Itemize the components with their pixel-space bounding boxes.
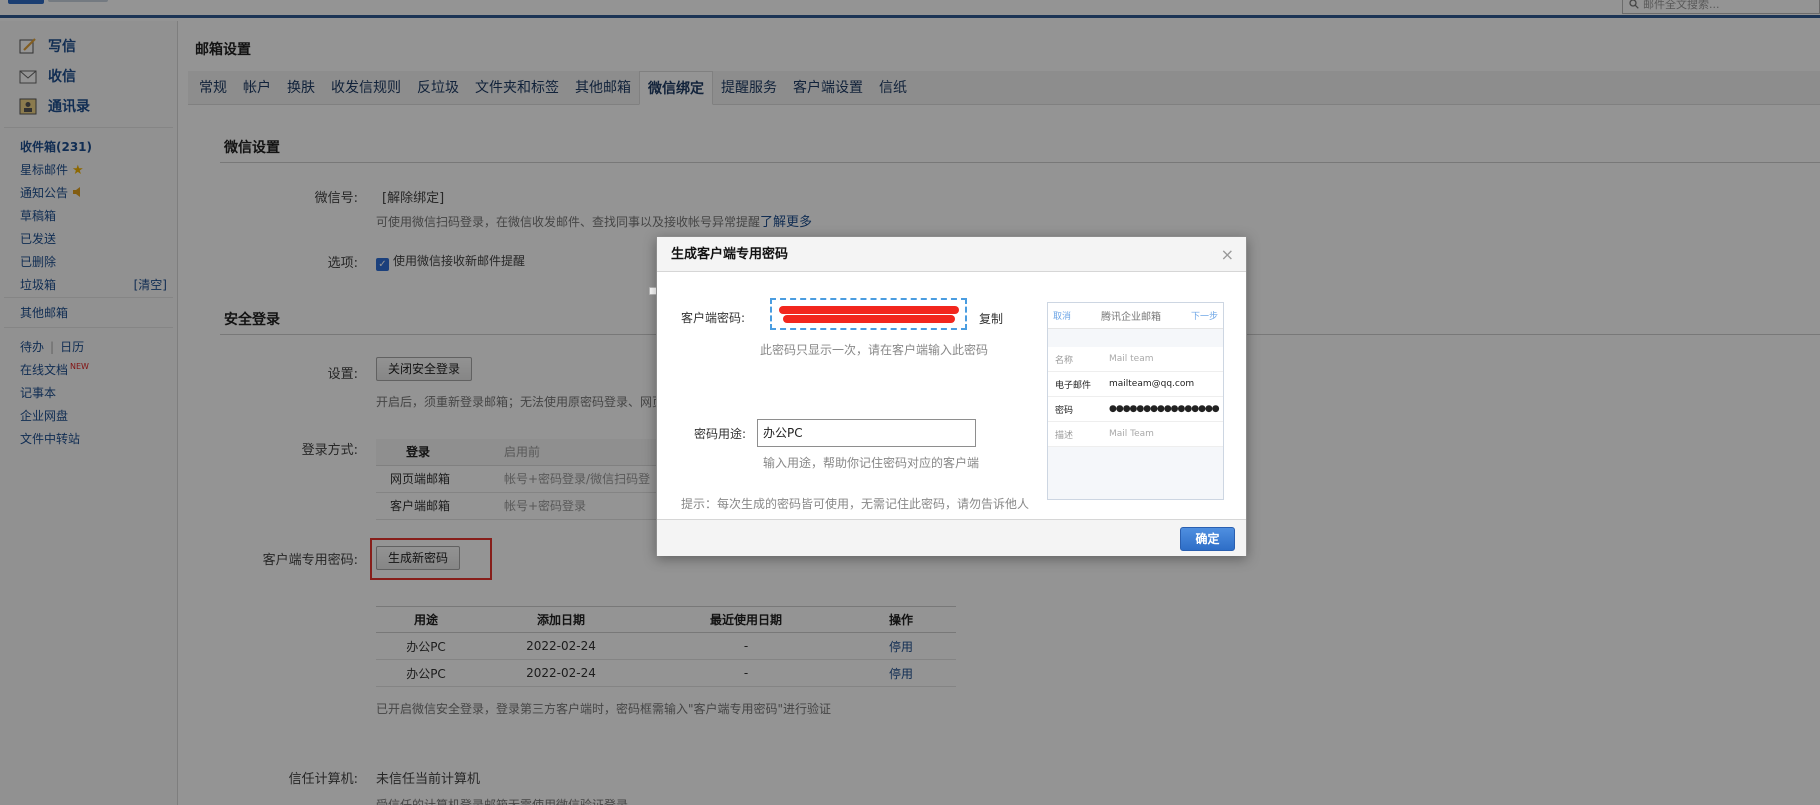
redaction-mark <box>778 305 959 314</box>
preview-key: 密码 <box>1055 405 1074 416</box>
preview-row: 密码 ●●●●●●●●●●●●●●●● <box>1048 397 1223 422</box>
client-setup-preview: 取消 腾讯企业邮箱 下一步 名称 Mail team 电子邮件 mailteam@q… <box>1047 302 1224 500</box>
preview-header: 取消 腾讯企业邮箱 下一步 <box>1048 303 1223 329</box>
preview-key: 电子邮件 <box>1055 380 1092 391</box>
usage-input[interactable]: 办公PC <box>757 419 976 447</box>
preview-row: 描述 Mail Team <box>1048 422 1223 447</box>
dialog-footer: 确定 <box>657 519 1246 556</box>
generate-password-dialog: 生成客户端专用密码 × 客户端密码: 复制 此密码只显示一次，请在客户端输入此密… <box>656 236 1247 556</box>
confirm-button[interactable]: 确定 <box>1180 527 1235 551</box>
preview-key: 描述 <box>1055 430 1074 441</box>
preview-value: Mail Team <box>1109 429 1154 439</box>
preview-next: 下一步 <box>1190 312 1218 322</box>
redaction-mark <box>782 314 955 323</box>
dialog-title: 生成客户端专用密码 <box>671 247 789 262</box>
preview-spacer <box>1048 329 1223 347</box>
client-password-field-label: 客户端密码: <box>681 311 746 325</box>
dialog-header: 生成客户端专用密码 × <box>657 237 1246 272</box>
copy-link[interactable]: 复制 <box>979 310 1003 327</box>
generated-password-field[interactable] <box>770 298 967 330</box>
preview-value: Mail team <box>1109 354 1154 364</box>
usage-field-label: 密码用途: <box>694 427 747 441</box>
usage-hint: 输入用途，帮助你记住密码对应的客户端 <box>763 456 980 470</box>
password-once-hint: 此密码只显示一次，请在客户端输入此密码 <box>760 343 989 357</box>
preview-title: 腾讯企业邮箱 <box>1101 312 1161 323</box>
dialog-tip: 提示：每次生成的密码皆可使用，无需记住此密码，请勿告诉他人 <box>681 497 1030 511</box>
close-icon[interactable]: × <box>1221 237 1234 272</box>
preview-value: mailteam@qq.com <box>1109 379 1195 389</box>
preview-value: ●●●●●●●●●●●●●●●● <box>1109 404 1220 414</box>
preview-row: 名称 Mail team <box>1048 347 1223 372</box>
dialog-body: 客户端密码: 复制 此密码只显示一次，请在客户端输入此密码 密码用途: 办公PC… <box>657 272 1246 519</box>
preview-row: 电子邮件 mailteam@qq.com <box>1048 372 1223 397</box>
preview-cancel: 取消 <box>1053 312 1072 322</box>
preview-key: 名称 <box>1055 355 1074 366</box>
